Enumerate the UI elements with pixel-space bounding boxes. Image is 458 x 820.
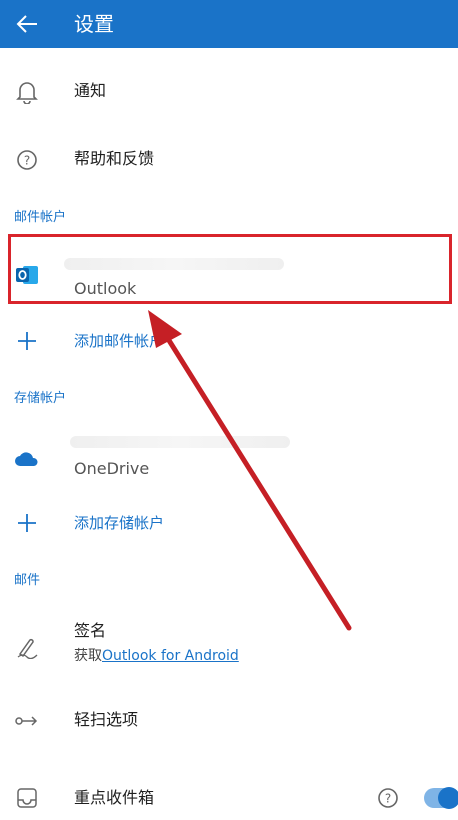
add-storage-account-button[interactable]: 添加存储帐户 (0, 508, 458, 538)
settings-item-notifications[interactable]: 通知 (0, 75, 458, 109)
toggle-knob (438, 787, 458, 809)
section-header-mail-accounts: 邮件帐户 (14, 210, 67, 225)
pen-signature-icon (14, 634, 40, 660)
focused-inbox-toggle[interactable] (424, 787, 458, 809)
back-button[interactable] (12, 10, 42, 38)
add-mail-account-button[interactable]: 添加邮件帐户 (0, 326, 458, 356)
storage-account-onedrive[interactable]: OneDrive (0, 430, 458, 480)
add-storage-account-label: 添加存储帐户 (74, 514, 165, 532)
back-arrow-icon (16, 15, 37, 33)
section-header-mail: 邮件 (14, 573, 41, 588)
settings-item-label: 签名 (74, 621, 107, 640)
inbox-icon (14, 785, 40, 811)
account-provider: OneDrive (74, 459, 150, 478)
swipe-icon (14, 708, 40, 734)
bell-icon (14, 79, 40, 105)
settings-item-signature[interactable]: 签名 获取Outlook for Android (0, 620, 458, 670)
signature-link[interactable]: Outlook for Android (102, 648, 239, 664)
svg-text:?: ? (24, 154, 30, 168)
settings-item-focused-inbox[interactable]: 重点收件箱 ? (0, 783, 458, 817)
plus-icon (14, 328, 40, 354)
settings-item-label: 通知 (74, 81, 107, 100)
focused-inbox-help-icon[interactable]: ? (375, 785, 401, 811)
settings-item-label: 帮助和反馈 (74, 149, 155, 168)
onedrive-cloud-icon (14, 446, 40, 472)
account-email-redacted (70, 436, 290, 448)
help-circle-icon: ? (14, 147, 40, 173)
signature-text: 获取Outlook for Android (74, 645, 239, 667)
plus-icon (14, 510, 40, 536)
svg-text:?: ? (385, 792, 391, 806)
page-title: 设置 (74, 12, 114, 36)
top-app-bar: 设置 (0, 0, 458, 48)
settings-item-label: 重点收件箱 (74, 788, 155, 807)
add-mail-account-label: 添加邮件帐户 (74, 332, 165, 350)
annotation-arrow (148, 310, 352, 631)
settings-item-swipe-options[interactable]: 轻扫选项 (0, 704, 458, 738)
settings-item-label: 轻扫选项 (74, 710, 139, 729)
signature-prefix: 获取 (74, 648, 102, 664)
section-header-storage-accounts: 存储帐户 (14, 391, 67, 406)
highlight-box (8, 234, 452, 304)
settings-item-help-feedback[interactable]: ? 帮助和反馈 (0, 143, 458, 177)
